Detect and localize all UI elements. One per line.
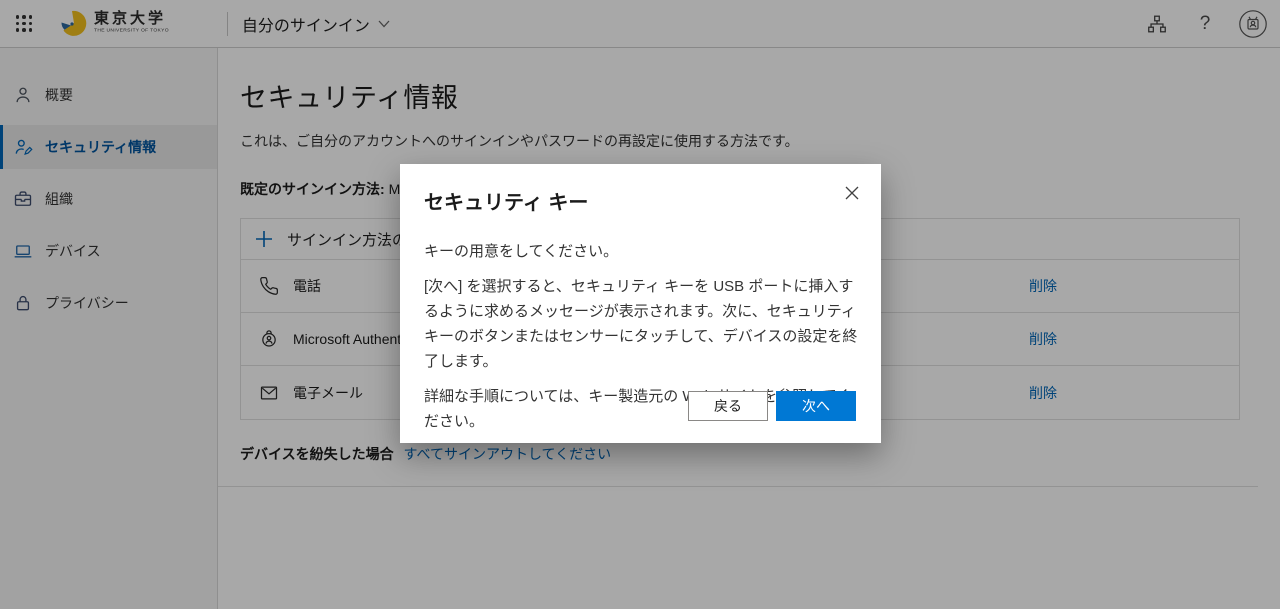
- close-icon[interactable]: [839, 180, 865, 206]
- back-button[interactable]: 戻る: [688, 391, 768, 421]
- my-signins-page: 東京大学 THE UNIVERSITY OF TOKYO 自分のサインイン ?: [0, 0, 1280, 609]
- security-key-dialog: セキュリティ キー キーの用意をしてください。 [次へ] を選択すると、セキュリ…: [400, 164, 881, 443]
- next-button[interactable]: 次へ: [776, 391, 856, 421]
- dialog-title: セキュリティ キー: [424, 186, 857, 215]
- dialog-paragraph-1: キーの用意をしてください。: [424, 239, 858, 264]
- dialog-paragraph-2: [次へ] を選択すると、セキュリティ キーを USB ポートに挿入するように求め…: [424, 274, 858, 374]
- dialog-actions: 戻る 次へ: [688, 391, 856, 421]
